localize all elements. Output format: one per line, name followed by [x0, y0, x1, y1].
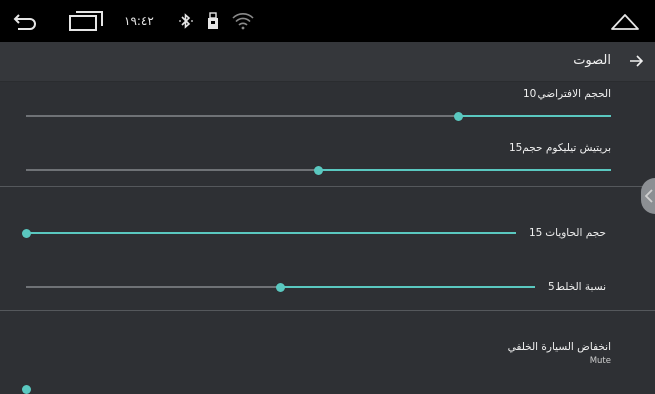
slider-fill	[458, 115, 611, 117]
media-volume-slider[interactable]	[21, 228, 516, 238]
home-icon[interactable]	[609, 0, 641, 42]
slider-fill	[280, 286, 535, 288]
wifi-icon	[232, 0, 254, 42]
slider-track	[26, 286, 281, 288]
status-bar: ١٩:٤٢	[0, 0, 655, 42]
slider-thumb[interactable]	[276, 282, 285, 292]
usb-icon	[207, 0, 219, 42]
media-volume-label: حجم الحاويات	[545, 227, 606, 239]
bt-call-volume-label: بريتيش تيليكوم حجم	[522, 142, 611, 154]
bt-call-volume-value: 15	[509, 142, 523, 154]
default-volume-label: الحجم الافتراضي	[537, 88, 611, 100]
slider-thumb[interactable]	[454, 111, 464, 121]
reverse-reduction-label: انخفاض السيارة الخلفي	[507, 341, 611, 353]
divider	[0, 186, 655, 187]
mix-ratio-label: نسبة الخلط	[555, 281, 606, 293]
edge-panel-handle[interactable]	[641, 178, 655, 214]
bluetooth-icon	[178, 0, 194, 42]
slider-thumb[interactable]	[314, 165, 323, 175]
back-icon[interactable]	[12, 0, 38, 42]
slider-fill	[26, 232, 516, 234]
bt-call-volume-slider[interactable]	[26, 165, 611, 175]
default-volume-value: 10	[523, 88, 537, 100]
reverse-reduction-item[interactable]: انخفاض السيارة الخلفي Mute	[0, 312, 655, 390]
arrow-right-icon[interactable]	[627, 52, 645, 70]
reverse-reduction-value: Mute	[589, 356, 611, 366]
divider	[0, 310, 655, 311]
media-volume-value: 15	[529, 227, 543, 239]
default-volume-slider[interactable]	[26, 111, 611, 121]
recent-apps-icon[interactable]	[68, 0, 104, 42]
slider-track	[26, 169, 319, 171]
slider-thumb[interactable]	[21, 228, 31, 238]
mix-ratio-slider[interactable]	[26, 282, 535, 292]
clock: ١٩:٤٢	[124, 14, 154, 28]
page-title: الصوت	[573, 53, 611, 68]
mix-ratio-value: 5	[548, 281, 555, 293]
title-bar: الصوت	[0, 42, 655, 82]
chevron-left-icon	[644, 189, 653, 203]
slider-track	[26, 115, 459, 117]
slider-fill	[318, 169, 611, 171]
